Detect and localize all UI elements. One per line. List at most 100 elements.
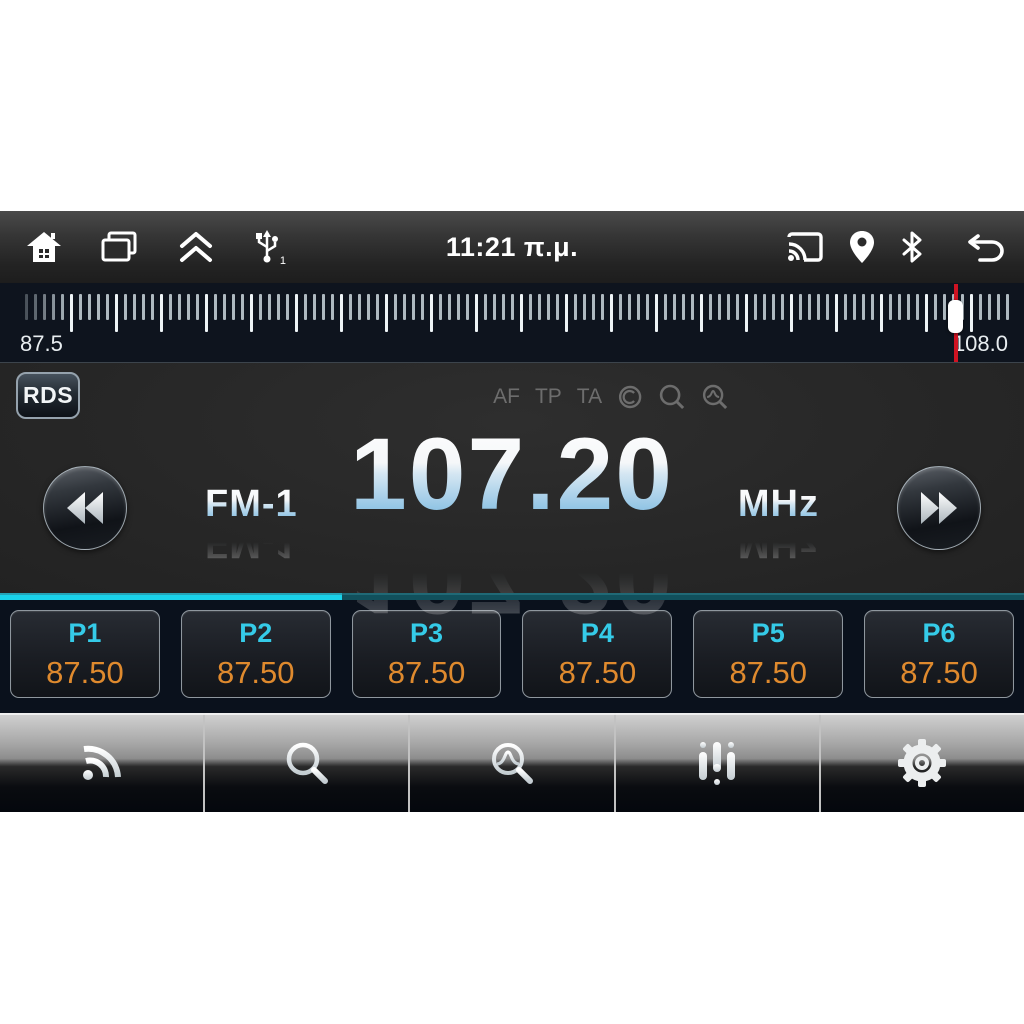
- ruler-tick: [313, 294, 316, 320]
- ruler-tick: [241, 294, 244, 320]
- ruler-tick: [826, 294, 829, 320]
- back-icon[interactable]: [966, 231, 1006, 263]
- preset-button-5[interactable]: P5 87.50: [693, 610, 844, 698]
- search-button[interactable]: [205, 713, 411, 812]
- ruler-tick: [322, 294, 325, 320]
- ruler-tick: [385, 294, 388, 332]
- usb-count-badge: 1: [279, 255, 286, 267]
- ruler-tick: [466, 294, 469, 320]
- ruler-tick: [223, 294, 226, 320]
- ruler-tick: [349, 294, 352, 320]
- ruler-tick: [871, 294, 874, 320]
- preset-frequency: 87.50: [216, 654, 295, 690]
- ruler-tick: [637, 294, 640, 320]
- scale-max-label: 108.0: [952, 331, 1008, 356]
- ruler-tick: [52, 294, 55, 320]
- ruler-tick: [781, 294, 784, 320]
- ruler-tick: [655, 294, 658, 332]
- preset-frequency: 87.50: [729, 654, 808, 690]
- ruler-tick: [70, 294, 73, 332]
- bottom-toolbar: [0, 713, 1024, 812]
- ruler-tick: [988, 294, 991, 320]
- ruler-tick: [43, 294, 46, 320]
- ruler-tick: [538, 294, 541, 320]
- ruler-tick: [493, 294, 496, 320]
- preset-frequency: 87.50: [387, 654, 466, 690]
- ruler-tick: [592, 294, 595, 320]
- ruler-tick: [691, 294, 694, 320]
- ruler-tick: [511, 294, 514, 320]
- ruler-tick: [997, 294, 1000, 320]
- search-icon: [286, 742, 328, 784]
- tuner-scale[interactable]: 87.5 108.0: [0, 283, 1024, 363]
- scan-button[interactable]: [410, 713, 616, 812]
- ruler-tick: [61, 294, 64, 320]
- ruler-tick: [106, 294, 109, 320]
- seek-up-button[interactable]: [897, 466, 981, 550]
- scale-min-label: 87.5: [20, 331, 63, 356]
- preset-button-6[interactable]: P6 87.50: [864, 610, 1014, 698]
- tuner-ruler[interactable]: [0, 294, 1024, 336]
- ruler-tick: [556, 294, 559, 320]
- ruler-tick: [565, 294, 568, 332]
- ruler-tick: [646, 294, 649, 320]
- ruler-tick: [673, 294, 676, 320]
- rewind-icon: [67, 492, 103, 524]
- ruler-tick: [124, 294, 127, 320]
- ruler-tick: [214, 294, 217, 320]
- radio-app-screen: 1 11:21 π.μ. 87.5 108.0 RDS AF TP TA FM-…: [0, 211, 1024, 812]
- ruler-tick: [25, 294, 28, 320]
- status-bar: 1 11:21 π.μ.: [0, 211, 1024, 283]
- preset-button-2[interactable]: P2 87.50: [180, 610, 331, 698]
- location-icon: [848, 230, 876, 264]
- ruler-tick: [439, 294, 442, 320]
- ruler-tick: [304, 294, 307, 320]
- ruler-tick: [907, 294, 910, 320]
- radio-main-panel: RDS AF TP TA FM-1 FM-1 107.20 107.20 MHz…: [0, 363, 1024, 635]
- ruler-tick: [574, 294, 577, 320]
- cast-icon: [786, 231, 824, 263]
- ruler-tick: [448, 294, 451, 320]
- ruler-tick: [745, 294, 748, 332]
- ruler-tick: [133, 294, 136, 320]
- ruler-tick: [817, 294, 820, 320]
- recent-apps-icon[interactable]: [100, 231, 138, 263]
- ruler-tick: [286, 294, 289, 320]
- home-icon[interactable]: [26, 230, 62, 264]
- ruler-tick: [880, 294, 883, 332]
- ruler-tick: [340, 294, 343, 332]
- ruler-tick: [457, 294, 460, 320]
- equalizer-button[interactable]: [616, 713, 821, 812]
- scan-wave-icon: [492, 742, 533, 784]
- ruler-tick: [394, 294, 397, 320]
- ruler-tick: [421, 294, 424, 320]
- ruler-tick: [718, 294, 721, 320]
- preset-button-1[interactable]: P1 87.50: [10, 610, 160, 698]
- ruler-tick: [268, 294, 271, 320]
- preset-label: P6: [922, 617, 956, 648]
- ruler-tick: [169, 294, 172, 320]
- ruler-tick: [358, 294, 361, 320]
- ruler-tick: [142, 294, 145, 320]
- ruler-tick: [727, 294, 730, 320]
- ruler-tick: [205, 294, 208, 332]
- frequency-unit: MHz MHz: [737, 483, 819, 565]
- collapse-up-icon[interactable]: [176, 230, 216, 264]
- ruler-tick: [844, 294, 847, 320]
- broadcast-button[interactable]: [0, 713, 206, 812]
- tuner-thumb[interactable]: [948, 300, 963, 333]
- ruler-tick: [367, 294, 370, 320]
- ruler-tick: [259, 294, 262, 320]
- accent-progress-line: [0, 593, 1024, 600]
- usb-icon: 1: [254, 229, 286, 267]
- seek-down-button[interactable]: [43, 466, 127, 550]
- preset-frequency: 87.50: [900, 654, 978, 690]
- ruler-tick: [970, 294, 973, 332]
- ruler-tick: [700, 294, 703, 332]
- settings-button[interactable]: [821, 713, 1024, 812]
- ruler-tick: [295, 294, 298, 332]
- preset-frequency: 87.50: [46, 654, 124, 690]
- ruler-tick: [808, 294, 811, 320]
- ruler-tick: [628, 294, 631, 320]
- ruler-tick: [925, 294, 928, 332]
